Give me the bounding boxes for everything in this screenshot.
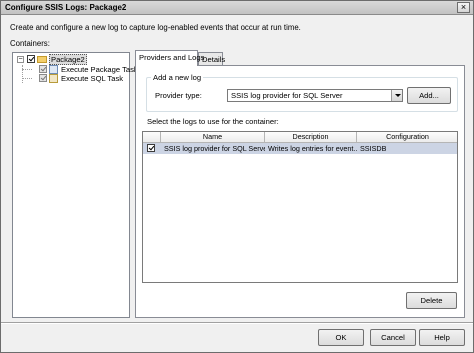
header-description[interactable]: Description xyxy=(265,132,357,143)
execute-sql-task-icon xyxy=(49,73,58,83)
tree-node-package2[interactable]: − Package2 xyxy=(17,53,87,65)
ok-button-label: OK xyxy=(335,333,347,342)
configure-ssis-logs-dialog: Configure SSIS Logs: Package2 × Create a… xyxy=(0,0,474,353)
add-log-legend: Add a new log xyxy=(151,73,204,82)
footer-separator xyxy=(1,322,473,324)
help-button[interactable]: Help xyxy=(419,329,465,346)
table-row[interactable]: SSIS log provider for SQL Server Writes … xyxy=(143,143,457,154)
close-icon: × xyxy=(460,2,467,12)
log-row-checkbox[interactable] xyxy=(147,144,155,152)
tree-node-label: Package2 xyxy=(49,53,87,65)
add-button-label: Add... xyxy=(419,91,439,100)
log-configuration-cell[interactable]: SSISDB xyxy=(357,143,457,154)
cancel-button[interactable]: Cancel xyxy=(370,329,416,346)
tree-node-label: Execute SQL Task xyxy=(61,73,124,83)
package2-checkbox[interactable] xyxy=(27,55,35,63)
logs-label: Select the logs to use for the container… xyxy=(147,117,279,126)
provider-type-select[interactable]: SSIS log provider for SQL Server xyxy=(227,89,403,102)
logs-table[interactable]: Name Description Configuration SSIS log … xyxy=(142,131,458,283)
provider-type-label: Provider type: xyxy=(155,91,202,100)
logs-table-header: Name Description Configuration xyxy=(143,132,457,143)
close-button[interactable]: × xyxy=(457,2,470,13)
help-button-label: Help xyxy=(434,333,450,342)
collapse-icon[interactable]: − xyxy=(17,55,24,63)
log-name-cell: SSIS log provider for SQL Server xyxy=(164,144,265,153)
tab-label: Providers and Logs xyxy=(139,53,205,62)
containers-label-text: Containers: xyxy=(10,39,50,48)
tab-providers-and-logs[interactable]: Providers and Logs xyxy=(135,50,204,66)
title-bar[interactable]: Configure SSIS Logs: Package2 × xyxy=(1,1,473,15)
execute-sql-task-checkbox[interactable] xyxy=(39,74,47,82)
header-name[interactable]: Name xyxy=(161,132,265,143)
header-checkbox-column xyxy=(143,132,161,143)
chevron-down-icon[interactable] xyxy=(391,90,402,101)
containers-tree[interactable]: − Package2 Execute Package Task Execute … xyxy=(12,52,138,318)
cancel-button-label: Cancel xyxy=(381,333,405,342)
tree-node-execute-sql-task[interactable]: Execute SQL Task xyxy=(39,73,124,83)
delete-button[interactable]: Delete xyxy=(406,292,457,309)
log-description-cell: Writes log entries for event... xyxy=(268,144,357,153)
containers-label: Containers: xyxy=(10,39,50,48)
folder-icon xyxy=(37,55,47,63)
ok-button[interactable]: OK xyxy=(318,329,364,346)
add-button[interactable]: Add... xyxy=(407,87,451,104)
dialog-description: Create and configure a new log to captur… xyxy=(10,23,301,32)
delete-button-label: Delete xyxy=(420,296,443,305)
window-title: Configure SSIS Logs: Package2 xyxy=(5,3,127,12)
tab-label: Details xyxy=(202,55,226,64)
header-configuration[interactable]: Configuration xyxy=(357,132,457,143)
provider-type-value: SSIS log provider for SQL Server xyxy=(231,91,343,100)
execute-package-task-checkbox[interactable] xyxy=(39,65,47,73)
